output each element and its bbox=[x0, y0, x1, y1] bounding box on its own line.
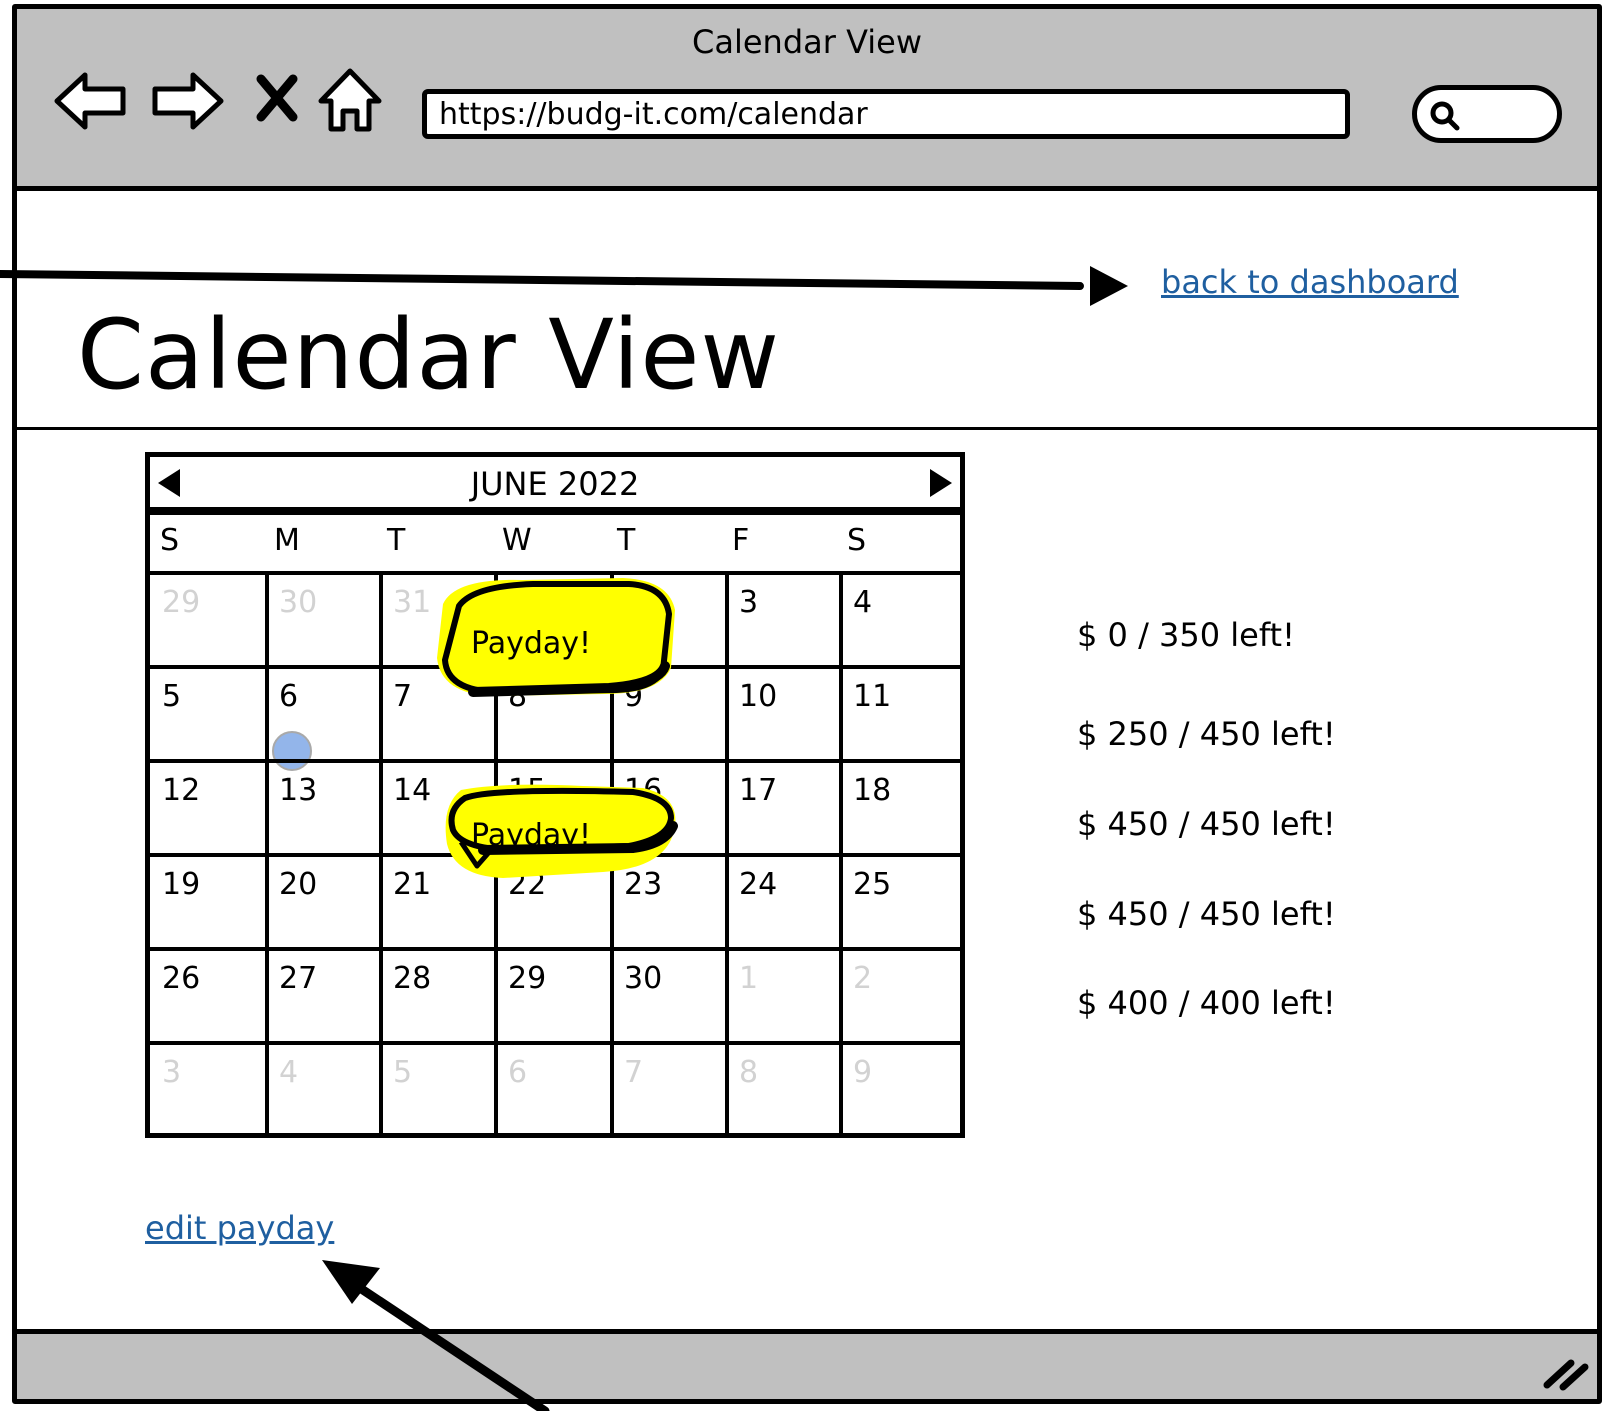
grid-column-line bbox=[839, 573, 843, 1133]
calendar-day[interactable]: 6 bbox=[508, 1055, 527, 1090]
search-icon[interactable] bbox=[1427, 98, 1463, 134]
calendar-day[interactable]: 27 bbox=[279, 961, 317, 996]
calendar-day[interactable]: 18 bbox=[853, 773, 891, 808]
calendar-day[interactable]: 7 bbox=[624, 1055, 643, 1090]
page-title: Calendar View bbox=[77, 299, 780, 411]
calendar-day[interactable]: 13 bbox=[279, 773, 317, 808]
calendar-day[interactable]: 25 bbox=[853, 867, 891, 902]
calendar-day[interactable]: 4 bbox=[279, 1055, 298, 1090]
budget-week-5: $ 400 / 400 left! bbox=[1077, 984, 1336, 1022]
calendar-day[interactable]: 3 bbox=[739, 585, 758, 620]
payday-label: Payday! bbox=[471, 818, 592, 853]
calendar-day[interactable]: 12 bbox=[162, 773, 200, 808]
calendar-day[interactable]: 19 bbox=[162, 867, 200, 902]
status-bar bbox=[17, 1329, 1597, 1399]
calendar-day[interactable]: 31 bbox=[393, 585, 431, 620]
calendar-day[interactable]: 7 bbox=[393, 679, 412, 714]
calendar-day[interactable]: 6 bbox=[279, 679, 298, 714]
budget-week-3: $ 450 / 450 left! bbox=[1077, 805, 1336, 843]
back-arrow-icon[interactable] bbox=[53, 71, 129, 131]
window-title: Calendar View bbox=[692, 23, 922, 61]
calendar-day[interactable]: 29 bbox=[162, 585, 200, 620]
home-icon[interactable] bbox=[317, 65, 383, 135]
grid-column-line bbox=[725, 573, 729, 1133]
next-month-icon[interactable] bbox=[930, 469, 952, 497]
calendar-day[interactable]: 2 bbox=[853, 961, 872, 996]
calendar-day[interactable]: 10 bbox=[739, 679, 777, 714]
resize-grip-icon[interactable] bbox=[1541, 1351, 1589, 1391]
budget-week-4: $ 450 / 450 left! bbox=[1077, 895, 1336, 933]
header-divider bbox=[17, 427, 1597, 430]
calendar-day[interactable]: 4 bbox=[853, 585, 872, 620]
weekday-header: T bbox=[617, 523, 636, 558]
weekday-header: S bbox=[847, 523, 867, 558]
search-box[interactable] bbox=[1412, 85, 1562, 143]
selected-day-marker bbox=[272, 731, 312, 771]
weekday-header: F bbox=[732, 523, 750, 558]
weekday-header: M bbox=[274, 523, 300, 558]
month-label: JUNE 2022 bbox=[470, 465, 640, 503]
forward-arrow-icon[interactable] bbox=[149, 71, 225, 131]
close-icon[interactable] bbox=[255, 73, 299, 123]
weekday-header: W bbox=[502, 523, 532, 558]
back-to-dashboard-link[interactable]: back to dashboard bbox=[1161, 263, 1459, 301]
edit-payday-link[interactable]: edit payday bbox=[145, 1209, 334, 1247]
grid-column-line bbox=[379, 573, 383, 1133]
calendar: JUNE 2022 SMTWTFS29303112345678910111213… bbox=[145, 452, 965, 1138]
weekday-header: T bbox=[387, 523, 406, 558]
weekday-header: S bbox=[160, 523, 180, 558]
calendar-day[interactable]: 30 bbox=[624, 961, 662, 996]
calendar-day[interactable]: 30 bbox=[279, 585, 317, 620]
calendar-day[interactable]: 26 bbox=[162, 961, 200, 996]
browser-toolbar: Calendar View bbox=[17, 9, 1597, 191]
browser-window: Calendar View back to dashboard Calendar… bbox=[12, 4, 1602, 1404]
budget-week-2: $ 250 / 450 left! bbox=[1077, 715, 1336, 753]
calendar-day[interactable]: 29 bbox=[508, 961, 546, 996]
calendar-day[interactable]: 20 bbox=[279, 867, 317, 902]
grid-column-line bbox=[265, 573, 269, 1133]
budget-week-1: $ 0 / 350 left! bbox=[1077, 616, 1295, 654]
calendar-day[interactable]: 17 bbox=[739, 773, 777, 808]
calendar-day[interactable]: 28 bbox=[393, 961, 431, 996]
url-bar[interactable] bbox=[422, 89, 1350, 139]
calendar-day[interactable]: 1 bbox=[739, 961, 758, 996]
calendar-day[interactable]: 9 bbox=[853, 1055, 872, 1090]
calendar-day[interactable]: 8 bbox=[739, 1055, 758, 1090]
calendar-day[interactable]: 5 bbox=[162, 679, 181, 714]
calendar-day[interactable]: 21 bbox=[393, 867, 431, 902]
payday-label: Payday! bbox=[471, 626, 592, 661]
calendar-day[interactable]: 11 bbox=[853, 679, 891, 714]
calendar-header: JUNE 2022 bbox=[145, 452, 965, 512]
calendar-day[interactable]: 5 bbox=[393, 1055, 412, 1090]
calendar-day[interactable]: 3 bbox=[162, 1055, 181, 1090]
calendar-day[interactable]: 24 bbox=[739, 867, 777, 902]
calendar-day[interactable]: 14 bbox=[393, 773, 431, 808]
